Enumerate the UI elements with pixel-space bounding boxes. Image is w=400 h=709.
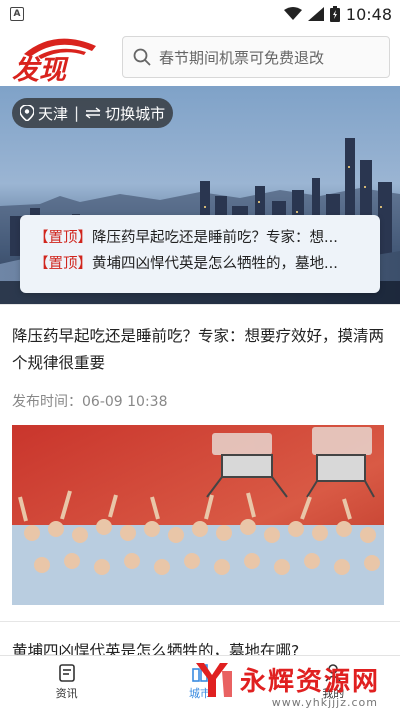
news-feed: 降压药早起吃还是睡前吃？专家：想要疗效好，摸清两个规律很重要 发布时间：06-0… <box>0 304 400 681</box>
status-bar: A 10:48 <box>0 0 400 28</box>
watermark-url: www.yhkjjjz.com <box>271 696 378 709</box>
wifi-icon <box>283 7 302 20</box>
clock: 10:48 <box>345 4 392 24</box>
pinned-tag: 【置顶】 <box>34 256 92 272</box>
search-bar[interactable]: 春节期间机票可免费退改 <box>122 36 390 78</box>
status-icons: 10:48 <box>283 0 392 28</box>
pinned-title: 黄埔四凶悍代英是怎么牺牲的，墓地... <box>92 256 338 272</box>
logo-text: 发现 <box>12 55 69 82</box>
news-icon <box>58 664 75 682</box>
pinned-tag: 【置顶】 <box>34 230 92 246</box>
switch-city-label: 切换城市 <box>105 104 166 123</box>
pinned-item[interactable]: 【置顶】黄埔四凶悍代英是怎么牺牲的，墓地... <box>34 251 366 277</box>
news-article[interactable]: 降压药早起吃还是睡前吃？专家：想要疗效好，摸清两个规律很重要 发布时间：06-0… <box>0 305 400 605</box>
location-pin-icon <box>20 105 34 121</box>
pinned-news-card: 【置顶】降压药早起吃还是睡前吃？专家：想... 【置顶】黄埔四凶悍代英是怎么牺牲… <box>20 215 380 293</box>
app-header: 发现 春节期间机票可免费退改 <box>0 28 400 86</box>
search-placeholder: 春节期间机票可免费退改 <box>159 48 325 67</box>
swap-icon <box>85 107 101 119</box>
app-notification-icon: A <box>10 7 24 21</box>
separator: | <box>74 104 80 122</box>
app-logo[interactable]: 发现 <box>10 32 104 86</box>
watermark-text: 永辉资源网 <box>239 666 380 697</box>
pinned-title: 降压药早起吃还是睡前吃？专家：想... <box>92 230 338 246</box>
signal-icon <box>307 7 324 21</box>
tab-news[interactable]: 资讯 <box>0 656 133 709</box>
current-city: 天津 <box>38 104 69 123</box>
article-image <box>12 425 384 605</box>
article-time: 发布时间：06-09 10:38 <box>12 394 168 410</box>
tab-label: 资讯 <box>55 687 78 700</box>
watermark-logo-icon <box>195 663 232 697</box>
search-icon <box>133 48 151 66</box>
logo-graphic: 发现 <box>12 38 96 86</box>
pinned-item[interactable]: 【置顶】降压药早起吃还是睡前吃？专家：想... <box>34 225 366 251</box>
article-title: 降压药早起吃还是睡前吃？专家：想要疗效好，摸清两个规律很重要 <box>12 327 385 372</box>
city-switcher[interactable]: 天津 | 切换城市 <box>12 98 174 128</box>
battery-icon <box>329 6 340 22</box>
watermark: 永辉资源网 www.yhkjjjz.com <box>192 657 380 709</box>
